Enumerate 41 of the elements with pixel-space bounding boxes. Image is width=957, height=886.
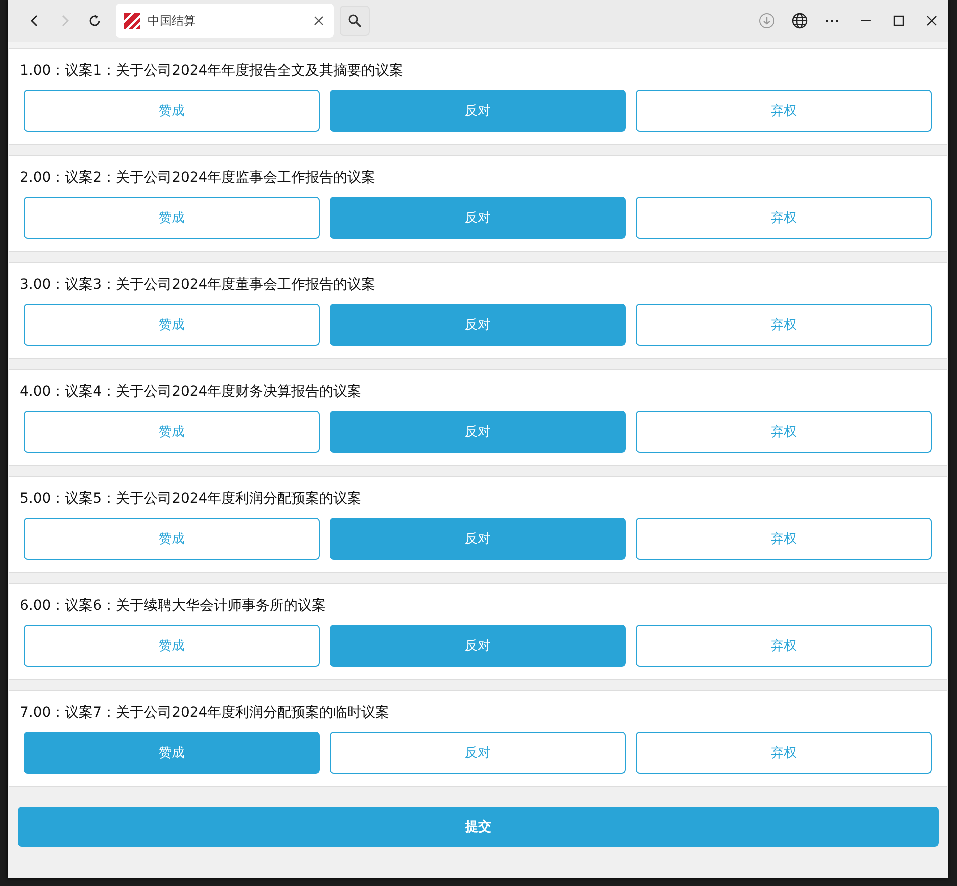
more-icon xyxy=(826,20,839,22)
vote-option-button[interactable]: 弃权 xyxy=(636,90,932,132)
vote-option-button[interactable]: 赞成 xyxy=(24,197,320,239)
vote-option-button[interactable]: 弃权 xyxy=(636,304,932,346)
proposal-title: 1.00：议案1：关于公司2024年年度报告全文及其摘要的议案 xyxy=(20,62,405,80)
proposal-title: 6.00：议案6：关于续聘大华会计师事务所的议案 xyxy=(20,597,328,615)
vote-option-button[interactable]: 反对 xyxy=(330,518,626,560)
vote-option-button[interactable]: 弃权 xyxy=(636,518,932,560)
vote-option-button[interactable]: 反对 xyxy=(330,197,626,239)
vote-option-button[interactable]: 赞成 xyxy=(24,732,320,774)
vote-option-button[interactable]: 赞成 xyxy=(24,304,320,346)
vote-option-button[interactable]: 赞成 xyxy=(24,411,320,453)
vote-option-button[interactable]: 弃权 xyxy=(636,732,932,774)
proposal-title: 7.00：议案7：关于公司2024年度利润分配预案的临时议案 xyxy=(20,704,391,722)
vote-option-button[interactable]: 反对 xyxy=(330,411,626,453)
vote-option-button[interactable]: 反对 xyxy=(330,625,626,667)
proposal-title: 2.00：议案2：关于公司2024年度监事会工作报告的议案 xyxy=(20,169,377,187)
download-icon xyxy=(758,13,774,29)
minimize-icon xyxy=(860,20,870,22)
proposal-title: 4.00：议案4：关于公司2024年度财务决算报告的议案 xyxy=(20,383,363,401)
search-button[interactable] xyxy=(340,6,370,36)
site-logo-icon xyxy=(124,13,140,29)
proposal-title: 5.00：议案5：关于公司2024年度利润分配预案的议案 xyxy=(20,490,363,508)
vote-option-button[interactable]: 反对 xyxy=(330,732,626,774)
close-tab-button[interactable] xyxy=(312,14,326,28)
vote-option-button[interactable]: 反对 xyxy=(330,304,626,346)
browser-tab[interactable]: 中国结算 xyxy=(116,4,334,38)
tab-title: 中国结算 xyxy=(148,12,197,30)
vote-option-button[interactable]: 反对 xyxy=(330,90,626,132)
search-icon xyxy=(348,14,362,28)
vote-option-button[interactable]: 赞成 xyxy=(24,90,320,132)
proposal-title: 3.00：议案3：关于公司2024年度董事会工作报告的议案 xyxy=(20,276,377,294)
vote-option-button[interactable]: 赞成 xyxy=(24,625,320,667)
submit-button[interactable]: 提交 xyxy=(18,807,939,847)
reload-icon xyxy=(87,13,103,29)
vote-option-button[interactable]: 弃权 xyxy=(636,197,932,239)
globe-icon xyxy=(792,13,808,29)
vote-option-button[interactable]: 赞成 xyxy=(24,518,320,560)
vote-option-button[interactable]: 弃权 xyxy=(636,625,932,667)
vote-option-button[interactable]: 弃权 xyxy=(636,411,932,453)
close-icon xyxy=(312,14,326,28)
